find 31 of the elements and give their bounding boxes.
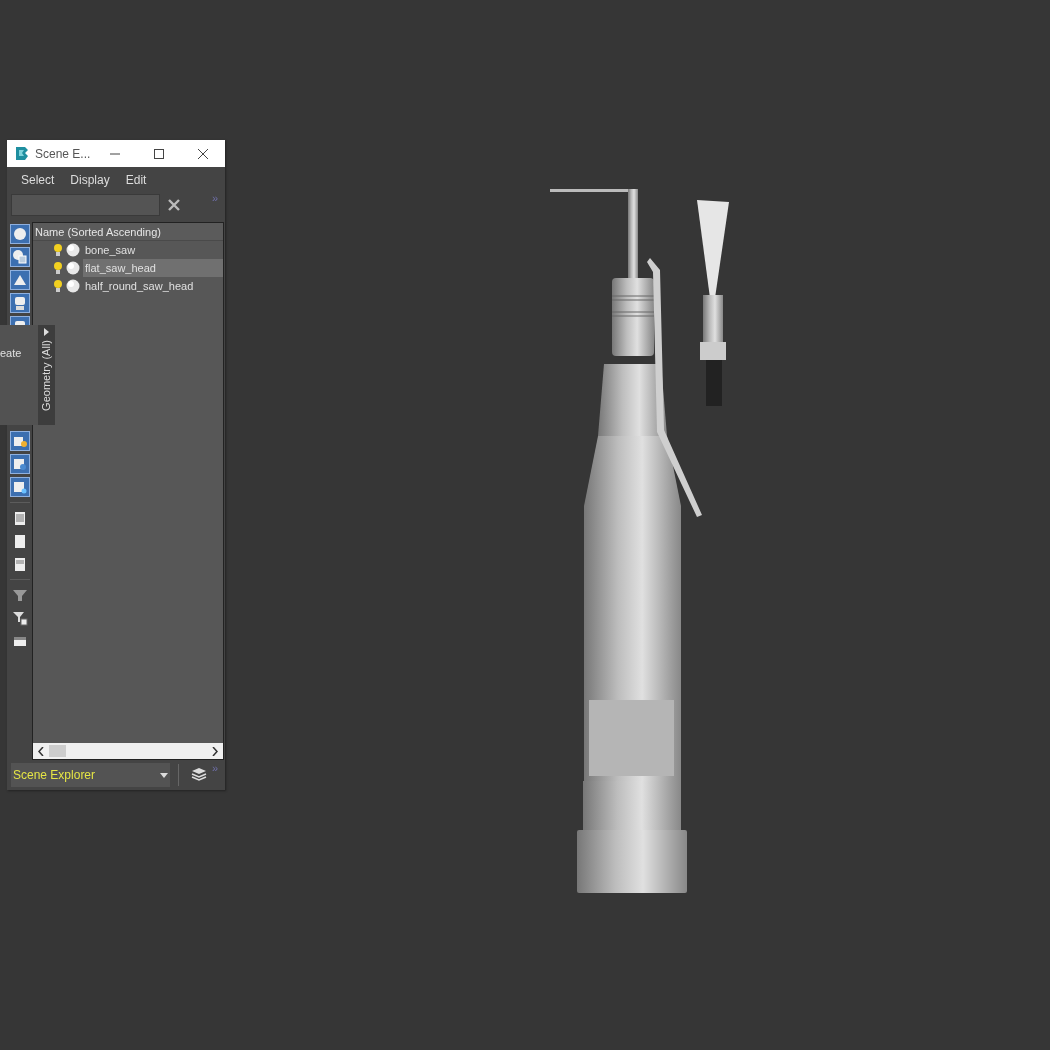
maximize-icon	[153, 147, 165, 160]
light-filter-icon[interactable]	[9, 270, 30, 290]
sphere-filter-icon[interactable]	[9, 224, 30, 244]
sphere-icon	[66, 261, 80, 275]
menu-item[interactable]: Display	[62, 168, 118, 191]
column-header[interactable]: Name (Sorted Ascending)	[33, 223, 223, 241]
explorer-dropdown[interactable]: Scene Explorer	[11, 763, 170, 787]
clear-button[interactable]	[166, 197, 182, 213]
close-icon	[197, 147, 209, 160]
object-name[interactable]: flat_saw_head	[83, 259, 223, 277]
arrow-icon	[44, 328, 49, 336]
sphere-icon	[66, 279, 80, 293]
object-name[interactable]: half_round_saw_head	[83, 277, 223, 295]
lightbulb-icon[interactable]	[53, 261, 63, 275]
shapes-filter-icon[interactable]	[9, 247, 30, 267]
window-title: Scene E...	[35, 145, 92, 163]
sphere-icon	[66, 243, 80, 257]
caret-icon	[160, 772, 168, 778]
object-name[interactable]: bone_saw	[83, 241, 223, 259]
flyout-label: eate	[0, 347, 22, 359]
horizontal-scrollbar[interactable]	[33, 743, 223, 759]
geometry-tab[interactable]: Geometry (All)	[38, 325, 55, 425]
lightbulb-icon[interactable]	[53, 243, 63, 257]
search-field[interactable]	[11, 194, 160, 216]
scroll-right-icon[interactable]	[210, 745, 220, 757]
lightbulb-icon[interactable]	[53, 279, 63, 293]
scroll-left-icon[interactable]	[36, 745, 46, 757]
menu-item[interactable]: Edit	[117, 168, 155, 191]
scrollbar-thumb[interactable]	[49, 745, 66, 757]
app-logo-icon	[15, 146, 29, 161]
menu-item[interactable]: Select	[13, 168, 63, 191]
